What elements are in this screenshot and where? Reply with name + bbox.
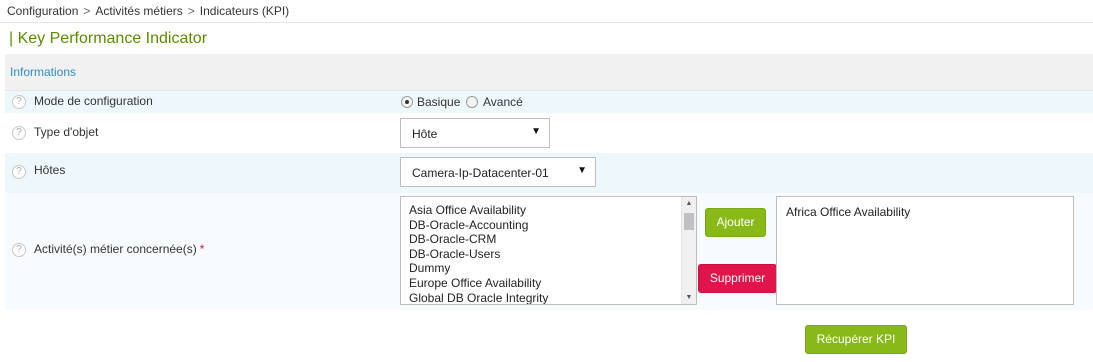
add-button[interactable]: Ajouter bbox=[705, 208, 766, 237]
scrollbar[interactable]: ▲ ▼ bbox=[681, 197, 696, 304]
list-item[interactable]: DB-Oracle-CRM bbox=[401, 232, 548, 247]
breadcrumb-separator: > bbox=[187, 4, 195, 18]
required-marker: * bbox=[199, 242, 205, 256]
activities-label-text: Activité(s) métier concernée(s) bbox=[34, 242, 197, 256]
activities-label: Activité(s) métier concernée(s) * bbox=[34, 242, 204, 256]
breadcrumb-item-kpi[interactable]: Indicateurs (KPI) bbox=[200, 4, 289, 18]
dropdown-arrow-icon: ▼ bbox=[577, 165, 587, 176]
scroll-up-icon[interactable]: ▲ bbox=[682, 197, 696, 210]
breadcrumb-item-activites[interactable]: Activités métiers bbox=[95, 4, 182, 18]
scroll-thumb[interactable] bbox=[684, 213, 694, 230]
help-icon[interactable]: ? bbox=[12, 95, 26, 109]
selected-activities-list[interactable]: Africa Office Availability bbox=[776, 196, 1074, 305]
available-activities-list[interactable]: Asia Office Availability DB-Oracle-Accou… bbox=[400, 196, 697, 305]
radio-basique[interactable] bbox=[401, 96, 413, 108]
breadcrumb-item-configuration[interactable]: Configuration bbox=[7, 4, 78, 18]
list-item[interactable]: DB-Oracle-Users bbox=[401, 247, 548, 262]
object-type-select[interactable]: Hôte ▼ bbox=[400, 118, 550, 148]
object-type-label: Type d'objet bbox=[34, 125, 99, 139]
title-bar: | Key Performance Indicator bbox=[0, 22, 1093, 54]
form-row-mode: ? Mode de configuration Basique Avancé bbox=[5, 91, 1093, 113]
radio-avance[interactable] bbox=[466, 96, 478, 108]
hosts-select[interactable]: Camera-Ip-Datacenter-01 ▼ bbox=[400, 157, 596, 187]
help-icon[interactable]: ? bbox=[12, 165, 26, 179]
remove-button[interactable]: Supprimer bbox=[698, 264, 777, 293]
hosts-value: Camera-Ip-Datacenter-01 bbox=[412, 166, 549, 180]
list-item[interactable]: DB-Oracle-Accounting bbox=[401, 218, 548, 233]
mode-label: Mode de configuration bbox=[34, 94, 153, 108]
breadcrumb-separator: > bbox=[83, 4, 91, 18]
section-header: Informations bbox=[5, 54, 1093, 91]
radio-basique-label[interactable]: Basique bbox=[417, 95, 460, 109]
available-items: Asia Office Availability DB-Oracle-Accou… bbox=[401, 203, 548, 304]
scroll-down-icon[interactable]: ▼ bbox=[682, 291, 696, 304]
dropdown-arrow-icon: ▼ bbox=[531, 126, 541, 137]
radio-avance-label[interactable]: Avancé bbox=[483, 95, 523, 109]
fetch-kpi-button[interactable]: Récupérer KPI bbox=[805, 325, 907, 354]
hosts-label: Hôtes bbox=[34, 163, 66, 177]
object-type-value: Hôte bbox=[412, 127, 438, 141]
page-title: | Key Performance Indicator bbox=[9, 30, 208, 47]
list-item[interactable]: Dummy bbox=[401, 261, 548, 276]
breadcrumb: Configuration > Activités métiers > Indicate… bbox=[7, 4, 289, 18]
list-item[interactable]: Europe Office Availability bbox=[401, 276, 548, 291]
list-item[interactable]: Africa Office Availability bbox=[786, 205, 910, 219]
list-item[interactable]: Asia Office Availability bbox=[401, 203, 548, 218]
section-title: Informations bbox=[10, 65, 77, 79]
help-icon[interactable]: ? bbox=[12, 126, 26, 140]
list-item[interactable]: Global DB Oracle Integrity bbox=[401, 291, 548, 304]
help-icon[interactable]: ? bbox=[12, 243, 26, 257]
